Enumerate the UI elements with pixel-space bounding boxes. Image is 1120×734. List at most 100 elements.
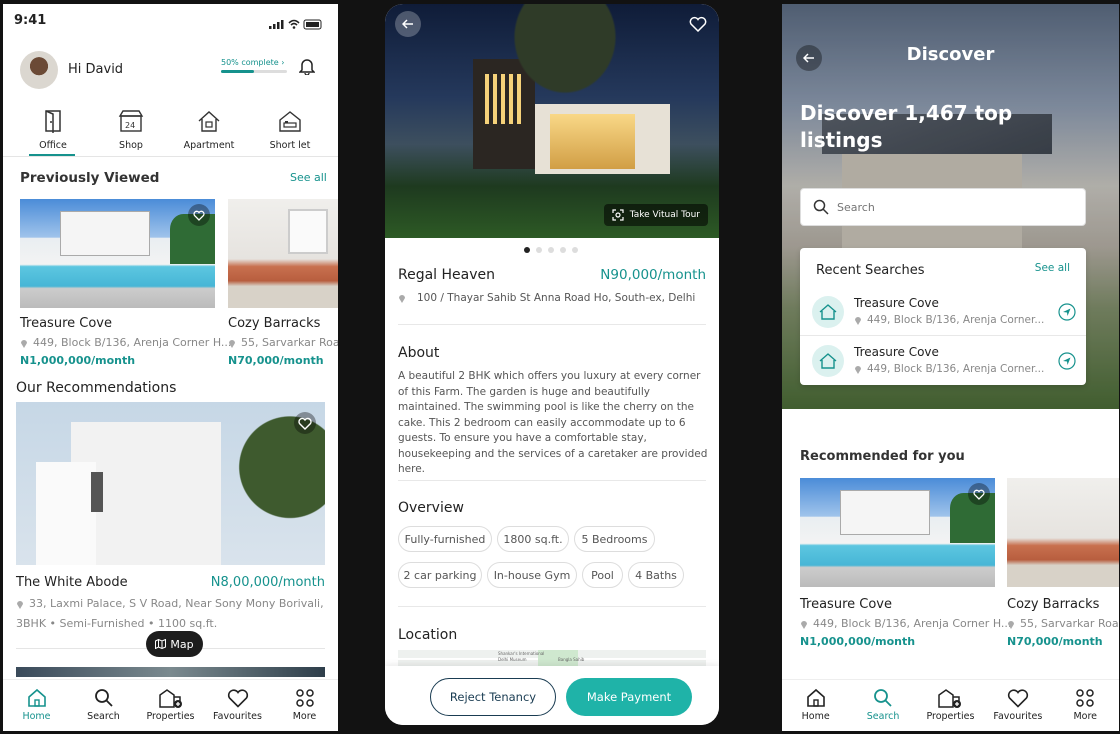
property-address: 33, Laxmi Palace, S V Road, Near Sony Mo…: [29, 597, 325, 610]
carousel-dot[interactable]: [572, 247, 578, 253]
feature-chip: 2 car parking: [398, 562, 482, 588]
heart-icon: [193, 210, 205, 221]
search-input[interactable]: [837, 200, 1057, 214]
category-short-let[interactable]: Short let: [265, 109, 315, 151]
favorite-button[interactable]: [188, 204, 210, 226]
greeting: Hi David: [68, 62, 124, 77]
svg-text:24: 24: [125, 121, 135, 130]
nav-more[interactable]: More: [272, 688, 338, 722]
nav-search[interactable]: Search: [71, 688, 137, 722]
favorite-button[interactable]: [968, 483, 990, 505]
map-label: Shankar's International: [498, 651, 545, 656]
location-title: Location: [398, 627, 458, 643]
map-button-label: Map: [170, 637, 194, 651]
make-payment-button[interactable]: Make Payment: [566, 678, 692, 716]
nav-label: Properties: [146, 711, 195, 722]
favorite-button[interactable]: [689, 16, 707, 36]
recent-search-item[interactable]: Treasure Cove 449, Block B/136, Arenja C…: [800, 286, 1086, 334]
recent-search-address: 449, Block B/136, Arenja Corner...: [867, 314, 1045, 326]
about-text: A beautiful 2 BHK which offers you luxur…: [398, 370, 708, 475]
property-name: Regal Heaven: [398, 267, 496, 283]
nav-label: Search: [87, 711, 120, 722]
property-furnishing: Semi-Furnished: [59, 617, 145, 630]
overview-title: Overview: [398, 500, 464, 516]
reject-tenancy-button[interactable]: Reject Tenancy: [430, 678, 556, 716]
grid-icon: [295, 689, 314, 707]
location-pin-icon: [855, 366, 861, 374]
heart-icon: [689, 16, 707, 33]
category-label: Shop: [119, 140, 143, 151]
carousel-dot[interactable]: [524, 247, 530, 253]
recommendation-card[interactable]: The White Abode N8,00,000/month 33, Laxm…: [16, 402, 325, 630]
hero-photo: Take Vitual Tour: [385, 4, 719, 238]
property-card[interactable]: Cozy Barracks 55, Sarvarkar Road N70,000…: [1007, 478, 1119, 648]
home-screen: 9:41 Hi David 50% complete › Office 24 S…: [3, 4, 338, 731]
back-button[interactable]: [395, 11, 421, 37]
nav-favourites[interactable]: Favourites: [205, 688, 271, 722]
house-icon: [812, 345, 844, 377]
bell-icon[interactable]: [298, 57, 316, 79]
nav-label: Search: [866, 711, 900, 722]
divider: [398, 606, 706, 607]
recent-search-item[interactable]: Treasure Cove 449, Block B/136, Arenja C…: [800, 335, 1086, 383]
property-address: 100 / Thayar Sahib St Anna Road Ho, Sout…: [417, 292, 696, 304]
property-card[interactable]: Cozy Barracks 55, Sarvarkar Road N70,000…: [228, 199, 338, 367]
divider: [398, 480, 706, 481]
property-price: N70,000/month: [1007, 635, 1103, 648]
property-price: N1,000,000/month: [800, 635, 916, 648]
nav-more[interactable]: More: [1052, 688, 1118, 722]
carousel-dot[interactable]: [536, 247, 542, 253]
property-price: N8,00,000/month: [210, 575, 325, 590]
nav-properties[interactable]: Properties: [917, 688, 983, 722]
map-button[interactable]: Map: [146, 631, 203, 657]
recent-search-name: Treasure Cove: [854, 345, 939, 359]
recent-searches-card: Recent Searches See all Treasure Cove 44…: [800, 248, 1086, 385]
favorite-button[interactable]: [294, 412, 316, 434]
nav-label: More: [292, 711, 317, 722]
virtual-tour-button[interactable]: Take Vitual Tour: [603, 204, 708, 226]
property-card[interactable]: Treasure Cove 449, Block B/136, Arenja C…: [800, 478, 1011, 648]
avatar[interactable]: [20, 51, 58, 89]
property-name: Cozy Barracks: [1007, 597, 1100, 612]
nav-home[interactable]: Home: [783, 688, 849, 722]
profile-progress[interactable]: 50% complete ›: [221, 58, 287, 73]
search-icon: [94, 689, 113, 707]
section-title: Recommended for you: [800, 449, 965, 464]
nav-label: Properties: [926, 711, 975, 722]
arrow-left-icon: [402, 19, 413, 29]
nav-properties[interactable]: Properties: [138, 688, 204, 722]
location-pin-icon: [21, 340, 27, 348]
nav-label: Favourites: [993, 711, 1043, 722]
see-all-link[interactable]: See all: [290, 171, 327, 184]
carousel-dot[interactable]: [548, 247, 554, 253]
property-price: N90,000/month: [600, 267, 706, 283]
feature-chip: Pool: [582, 562, 623, 588]
camera-scan-icon: [612, 209, 624, 221]
navigate-icon[interactable]: [1058, 303, 1076, 325]
see-all-link[interactable]: See all: [1035, 262, 1070, 274]
property-name: Cozy Barracks: [228, 316, 321, 331]
about-title: About: [398, 345, 440, 361]
category-label: Short let: [269, 140, 311, 151]
section-title: Previously Viewed: [20, 170, 160, 186]
navigate-icon[interactable]: [1058, 352, 1076, 374]
nav-favourites[interactable]: Favourites: [985, 688, 1051, 722]
location-pin-icon: [801, 621, 807, 629]
search-bar[interactable]: [800, 188, 1086, 226]
property-card[interactable]: Treasure Cove 449, Block B/136, Arenja C…: [20, 199, 231, 367]
nav-home[interactable]: Home: [4, 688, 70, 722]
feature-chip: 1800 sq.ft.: [497, 526, 569, 552]
carousel-dot[interactable]: [560, 247, 566, 253]
house-icon: [812, 296, 844, 328]
location-pin-icon: [1008, 621, 1014, 629]
category-shop[interactable]: 24 Shop: [111, 109, 151, 151]
property-photo: [800, 478, 995, 587]
category-apartment[interactable]: Apartment: [179, 109, 239, 151]
status-icons: [269, 15, 325, 34]
nav-search[interactable]: Search: [850, 688, 916, 722]
category-office[interactable]: Office: [33, 109, 73, 151]
bottom-nav: Home Search Properties Favourites More: [3, 679, 338, 731]
location-pin-icon: [17, 601, 23, 609]
nav-label: Home: [801, 711, 830, 722]
recent-search-address: 449, Block B/136, Arenja Corner...: [867, 363, 1045, 375]
